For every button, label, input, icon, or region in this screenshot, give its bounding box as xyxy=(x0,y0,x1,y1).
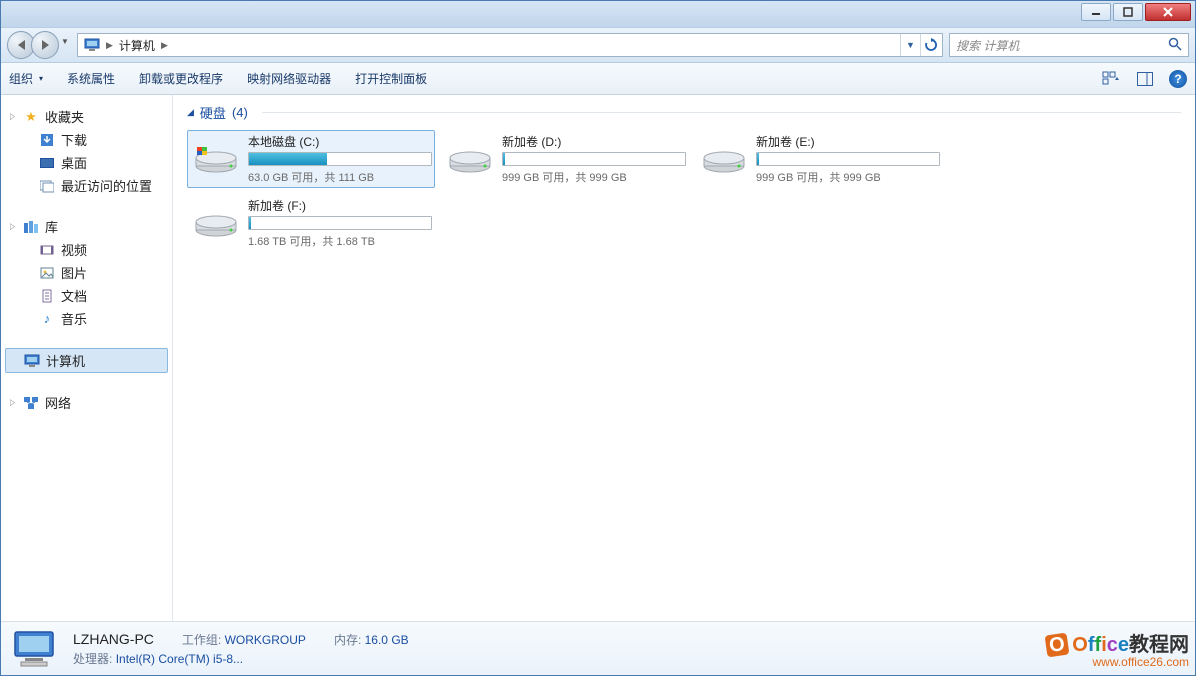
preview-pane-button[interactable] xyxy=(1135,69,1155,89)
computer-icon xyxy=(24,353,40,369)
address-bar[interactable]: ▶ 计算机 ▶ ▼ xyxy=(77,33,943,57)
drive-item[interactable]: 新加卷 (D:) 999 GB 可用，共 999 GB xyxy=(441,130,689,188)
address-dropdown-button[interactable]: ▼ xyxy=(900,34,920,56)
document-icon xyxy=(39,288,55,304)
sidebar-libraries[interactable]: 库 xyxy=(1,215,172,238)
drive-icon xyxy=(448,137,492,181)
system-properties-button[interactable]: 系统属性 xyxy=(67,70,115,87)
category-hard-drives[interactable]: ◢ 硬盘 (4) xyxy=(187,103,1181,122)
music-icon: ♪ xyxy=(39,311,55,327)
sidebar-favorites[interactable]: ★ 收藏夹 xyxy=(1,105,172,128)
organize-button[interactable]: 组织 xyxy=(9,70,43,87)
watermark-logo-icon: O xyxy=(1045,632,1070,657)
nav-history-dropdown[interactable]: ▼ xyxy=(59,31,71,51)
drive-name: 新加卷 (F:) xyxy=(248,197,432,214)
search-icon xyxy=(1168,37,1182,54)
view-options-button[interactable] xyxy=(1101,69,1121,89)
drive-free-text: 1.68 TB 可用，共 1.68 TB xyxy=(248,233,432,249)
star-icon: ★ xyxy=(23,109,39,125)
sidebar-downloads[interactable]: 下载 xyxy=(1,128,172,151)
picture-icon xyxy=(39,265,55,281)
breadcrumb-separator-icon[interactable]: ▶ xyxy=(104,40,115,51)
drive-name: 新加卷 (E:) xyxy=(756,133,940,150)
uninstall-programs-button[interactable]: 卸载或更改程序 xyxy=(139,70,223,87)
recent-icon xyxy=(39,178,55,194)
nav-forward-button[interactable] xyxy=(31,31,59,59)
toolbar: 组织 系统属性 卸载或更改程序 映射网络驱动器 打开控制面板 ? xyxy=(1,63,1195,95)
drive-space-bar xyxy=(502,152,686,166)
breadcrumb-computer[interactable]: 计算机 xyxy=(115,37,159,54)
drive-item[interactable]: 本地磁盘 (C:) 63.0 GB 可用，共 111 GB xyxy=(187,130,435,188)
computer-name: LZHANG-PC xyxy=(73,631,154,647)
sidebar-music[interactable]: ♪ 音乐 xyxy=(1,307,172,330)
desktop-icon xyxy=(39,155,55,171)
drive-item[interactable]: 新加卷 (E:) 999 GB 可用，共 999 GB xyxy=(695,130,943,188)
address-bar-row: ▼ ▶ 计算机 ▶ ▼ 搜索 计算机 xyxy=(1,27,1195,63)
sidebar-computer[interactable]: 计算机 xyxy=(5,348,168,373)
watermark: O Office教程网 www.office26.com xyxy=(1046,634,1189,669)
sidebar-videos[interactable]: 视频 xyxy=(1,238,172,261)
search-placeholder: 搜索 计算机 xyxy=(956,37,1019,54)
drive-space-bar xyxy=(756,152,940,166)
video-icon xyxy=(39,242,55,258)
maximize-button[interactable] xyxy=(1113,3,1143,21)
sidebar-recent[interactable]: 最近访问的位置 xyxy=(1,174,172,197)
breadcrumb-separator-icon[interactable]: ▶ xyxy=(159,40,170,51)
drive-free-text: 63.0 GB 可用，共 111 GB xyxy=(248,169,432,185)
sidebar-pictures[interactable]: 图片 xyxy=(1,261,172,284)
drive-free-text: 999 GB 可用，共 999 GB xyxy=(756,169,940,185)
open-control-panel-button[interactable]: 打开控制面板 xyxy=(355,70,427,87)
minimize-button[interactable] xyxy=(1081,3,1111,21)
sidebar-desktop[interactable]: 桌面 xyxy=(1,151,172,174)
drive-icon xyxy=(194,201,238,245)
drive-icon xyxy=(194,137,238,181)
drive-free-text: 999 GB 可用，共 999 GB xyxy=(502,169,686,185)
navigation-pane: ★ 收藏夹 下载 桌面 最近访问的位置 xyxy=(1,95,173,621)
drive-name: 本地磁盘 (C:) xyxy=(248,133,432,150)
sidebar-network[interactable]: 网络 xyxy=(1,391,172,414)
drive-space-bar xyxy=(248,216,432,230)
computer-large-icon xyxy=(11,628,59,670)
titlebar xyxy=(1,1,1195,27)
sidebar-documents[interactable]: 文档 xyxy=(1,284,172,307)
drive-space-bar xyxy=(248,152,432,166)
download-icon xyxy=(39,132,55,148)
content-pane: ◢ 硬盘 (4) 本地磁盘 (C:) 63.0 GB 可用，共 111 GB 新加卷… xyxy=(173,95,1195,621)
drive-item[interactable]: 新加卷 (F:) 1.68 TB 可用，共 1.68 TB xyxy=(187,194,435,252)
sidebar-favorites-label: 收藏夹 xyxy=(45,107,84,126)
close-button[interactable] xyxy=(1145,3,1191,21)
map-network-drive-button[interactable]: 映射网络驱动器 xyxy=(247,70,331,87)
search-input[interactable]: 搜索 计算机 xyxy=(949,33,1189,57)
computer-icon xyxy=(80,38,104,52)
libraries-icon xyxy=(23,219,39,235)
collapse-icon: ◢ xyxy=(187,107,194,118)
details-pane: LZHANG-PC 工作组: WORKGROUP 内存: 16.0 GB 处理器… xyxy=(1,621,1195,675)
refresh-button[interactable] xyxy=(920,34,940,56)
drive-name: 新加卷 (D:) xyxy=(502,133,686,150)
help-button[interactable]: ? xyxy=(1169,70,1187,88)
drive-icon xyxy=(702,137,746,181)
network-icon xyxy=(23,395,39,411)
sidebar-libraries-label: 库 xyxy=(45,217,58,236)
